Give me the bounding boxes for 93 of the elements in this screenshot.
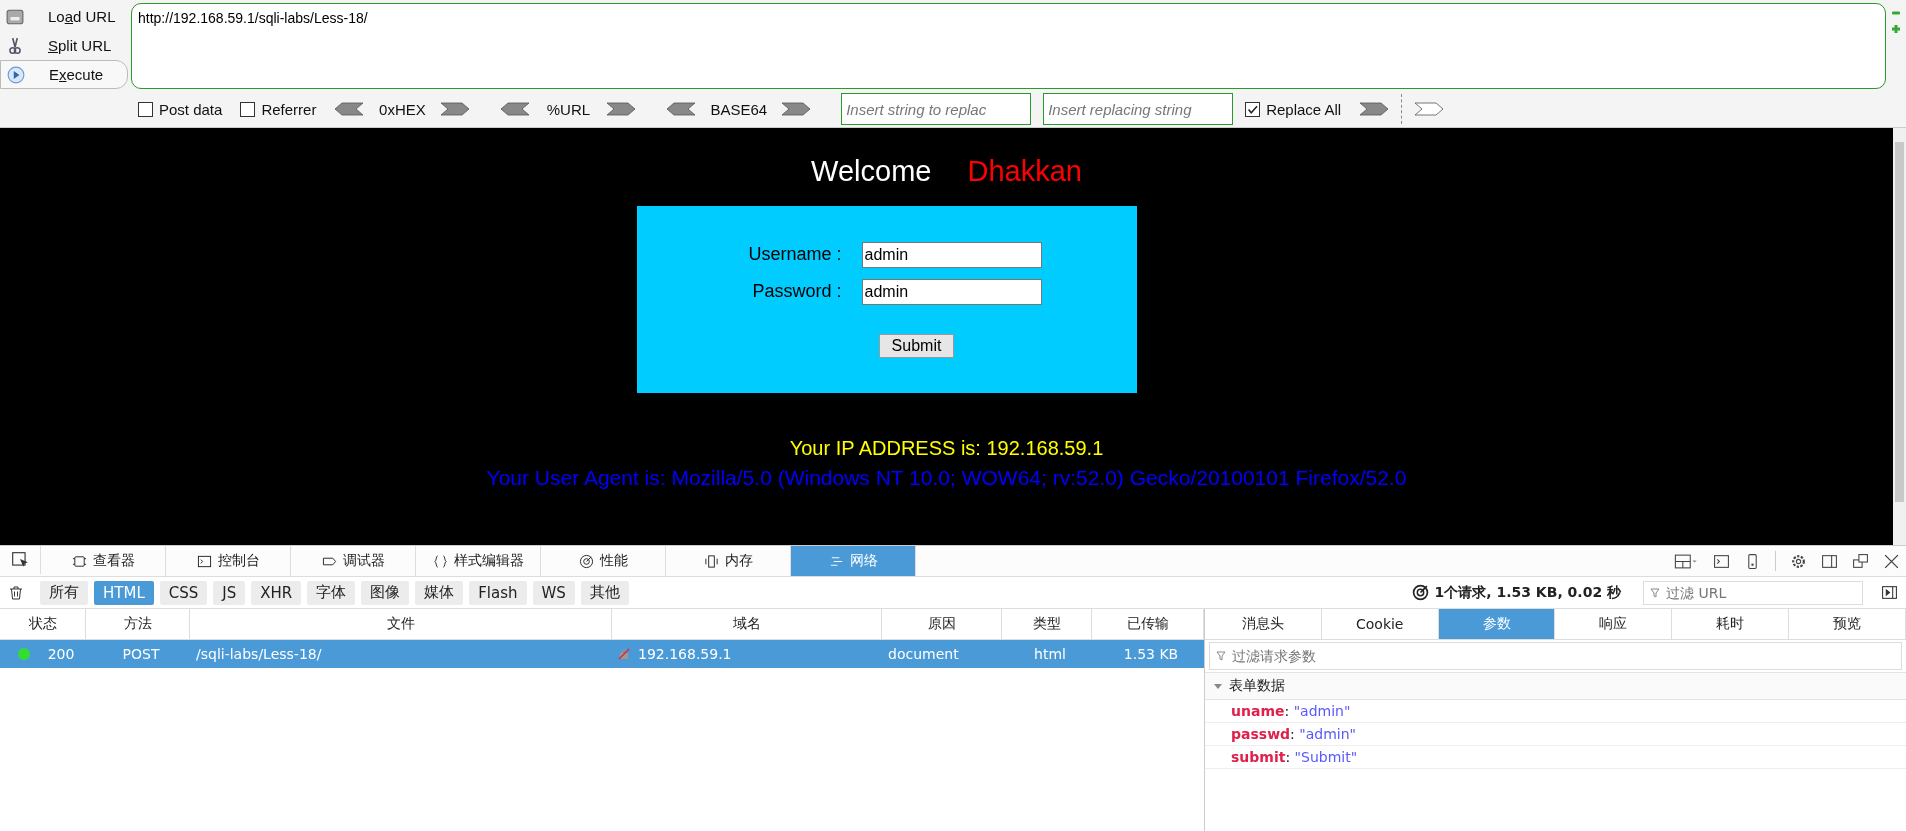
sidebar-toggle-icon[interactable] bbox=[1881, 584, 1898, 601]
filter-icon bbox=[1650, 587, 1660, 598]
file-path-text: /sqli-labs/Less-18/ bbox=[196, 646, 322, 662]
hackbar-action-button[interactable]: Split URL bbox=[0, 31, 131, 60]
params-filter-field[interactable]: 过滤请求参数 bbox=[1209, 642, 1902, 670]
devtools-tab[interactable]: 性能 bbox=[541, 546, 666, 576]
filter-button[interactable]: Flash bbox=[469, 580, 527, 605]
filter-button[interactable]: 所有 bbox=[40, 580, 88, 605]
right-arrow-icon[interactable] bbox=[440, 102, 471, 117]
close-icon[interactable] bbox=[1883, 552, 1900, 570]
user-agent-text: Your User Agent is: Mozilla/5.0 (Windows NT 10.0; WOW64; rv:52.0) Gecko/20100101 Firefox/52.0 bbox=[486, 466, 1407, 490]
form-param-text: passwd: "admin" bbox=[1205, 723, 1906, 746]
drive-icon bbox=[6, 7, 24, 26]
form-param-text: uname: "admin" bbox=[1205, 700, 1906, 723]
console-icon[interactable] bbox=[1713, 552, 1730, 570]
column-header[interactable]: 域名 bbox=[612, 609, 882, 639]
option-checkbox[interactable]: Post data bbox=[138, 100, 223, 118]
insecure-lock-icon bbox=[618, 648, 630, 660]
column-header[interactable]: 已传输 bbox=[1092, 609, 1204, 639]
left-arrow-icon[interactable] bbox=[500, 102, 531, 117]
ip-address-text: Your IP ADDRESS is: 192.168.59.1 bbox=[789, 437, 1104, 460]
left-arrow-icon[interactable] bbox=[666, 102, 697, 117]
right-arrow-icon[interactable] bbox=[781, 102, 812, 117]
field-label: Password : bbox=[751, 281, 842, 302]
option-checkbox[interactable]: Referrer bbox=[240, 100, 317, 118]
devtools-tab[interactable]: 控制台 bbox=[166, 546, 291, 576]
filter-button[interactable]: CSS bbox=[159, 580, 208, 605]
details-tab[interactable]: 消息头 bbox=[1205, 609, 1322, 639]
replace-all-checkbox[interactable]: Replace All bbox=[1245, 100, 1342, 118]
devtools-tab[interactable]: 调试器 bbox=[291, 546, 416, 576]
tab-icon bbox=[703, 553, 719, 569]
column-header[interactable]: 原因 bbox=[882, 609, 1002, 639]
settings-icon[interactable] bbox=[1790, 552, 1807, 570]
scissors-icon bbox=[6, 36, 24, 55]
login-input-field[interactable]: admin bbox=[861, 241, 1042, 268]
plus-icon[interactable] bbox=[1891, 24, 1901, 34]
layout-icon[interactable] bbox=[1673, 552, 1699, 570]
details-tab[interactable]: Cookie bbox=[1321, 609, 1439, 639]
stopwatch-icon bbox=[1411, 584, 1429, 601]
column-header[interactable]: 文件 bbox=[190, 609, 612, 639]
url-textarea[interactable]: http://192.168.59.1/sqli-labs/Less-18/ bbox=[131, 3, 1886, 90]
url-filter-field[interactable]: 过滤 URL bbox=[1643, 580, 1863, 605]
sidebar-icon[interactable] bbox=[1821, 552, 1838, 570]
page-scrollbar[interactable] bbox=[1893, 128, 1906, 545]
tab-icon bbox=[196, 553, 212, 569]
request-summary-text: 1个请求, 1.53 KB, 0.02 秒 bbox=[1434, 583, 1621, 602]
status-code-text: 200 bbox=[47, 646, 75, 662]
domain-text: 192.168.59.1 bbox=[638, 646, 732, 662]
details-tab[interactable]: 预览 bbox=[1789, 609, 1906, 639]
user-name-text: Dhakkan bbox=[967, 155, 1082, 188]
filter-button[interactable]: XHR bbox=[251, 580, 302, 605]
devtools-tab[interactable]: 查看器 bbox=[41, 546, 166, 576]
field-label: Username : bbox=[747, 244, 842, 265]
triangle-icon bbox=[1213, 681, 1223, 691]
tab-icon bbox=[71, 553, 87, 569]
size-text: 1.53 KB bbox=[1123, 646, 1179, 662]
column-header[interactable]: 方法 bbox=[86, 609, 190, 639]
filter-button[interactable]: JS bbox=[213, 580, 246, 605]
play-icon bbox=[7, 65, 25, 84]
right-arrow-icon[interactable] bbox=[1414, 102, 1445, 117]
column-header[interactable]: 类型 bbox=[1002, 609, 1092, 639]
devtools-tab[interactable]: 样式编辑器 bbox=[416, 546, 541, 576]
filter-button[interactable]: 图像 bbox=[361, 580, 410, 605]
filter-button[interactable]: 字体 bbox=[307, 580, 356, 605]
encoder-label: %URL bbox=[545, 100, 592, 118]
hackbar-action-button[interactable]: Load URL bbox=[0, 2, 131, 31]
column-header[interactable]: 状态 bbox=[0, 609, 86, 639]
trash-icon[interactable] bbox=[8, 584, 24, 601]
right-arrow-icon[interactable] bbox=[1359, 102, 1390, 117]
details-tab[interactable]: 响应 bbox=[1555, 609, 1673, 639]
hackbar-action-button[interactable]: Execute bbox=[0, 60, 128, 89]
replace-find-field[interactable]: Insert string to replac bbox=[841, 93, 1032, 126]
left-arrow-icon[interactable] bbox=[334, 102, 365, 117]
cause-text: document bbox=[888, 646, 959, 662]
submit-button[interactable]: Submit bbox=[878, 334, 955, 358]
section-header[interactable]: 表单数据 bbox=[1205, 672, 1906, 700]
filter-button[interactable]: WS bbox=[532, 580, 575, 605]
right-arrow-icon[interactable] bbox=[606, 102, 637, 117]
encoder-label: 0xHEX bbox=[378, 100, 427, 118]
tab-icon bbox=[578, 553, 594, 569]
encoder-label: BASE64 bbox=[710, 100, 768, 118]
method-text: POST bbox=[122, 646, 160, 662]
details-tab[interactable]: 耗时 bbox=[1672, 609, 1790, 639]
windows-icon[interactable] bbox=[1852, 552, 1869, 570]
login-input-field[interactable]: admin bbox=[861, 278, 1042, 305]
form-param-text: submit: "Submit" bbox=[1205, 746, 1906, 769]
filter-button[interactable]: 其他 bbox=[580, 580, 629, 605]
tab-icon bbox=[432, 553, 448, 569]
welcome-text: Welcome bbox=[811, 155, 932, 188]
filter-button[interactable]: 媒体 bbox=[415, 580, 464, 605]
replace-with-field[interactable]: Insert replacing string bbox=[1043, 93, 1234, 126]
type-text: html bbox=[1034, 646, 1066, 662]
filter-icon bbox=[1216, 651, 1226, 661]
